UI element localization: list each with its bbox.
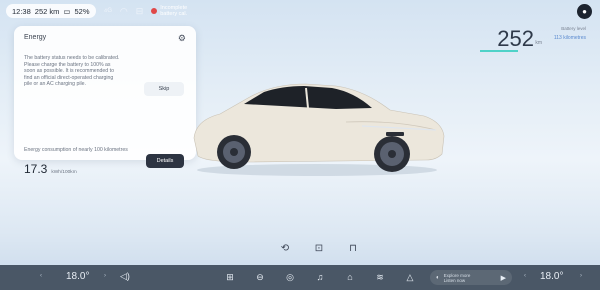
skip-button[interactable]: Skip — [144, 82, 184, 96]
charge-port-icon[interactable]: ⊡ — [310, 240, 328, 256]
battery-icon: ▭ — [63, 6, 71, 16]
consumption-label: Energy consumption of nearly 100 kilomet… — [24, 147, 128, 153]
range-readout: 252 km Battery level 113 kilometres — [466, 26, 586, 58]
rotate-icon[interactable]: ⟲ — [276, 240, 294, 256]
apps-grid-icon[interactable]: ⊞ — [222, 270, 238, 284]
media-subtitle: Listen now — [443, 277, 466, 283]
media-widget[interactable]: ◐ Explore more Listen now ▶ — [430, 270, 512, 285]
car-icon[interactable]: ⊖ — [252, 270, 268, 284]
energy-card: Energy ⚙ The battery status needs to be … — [14, 26, 196, 176]
vehicle-illustration — [193, 83, 445, 176]
alert-line2: battery cal. — [160, 11, 188, 17]
status-time: 12:38 — [12, 6, 31, 16]
temp-left-increase-icon[interactable]: › — [104, 273, 106, 279]
status-bar: 12:38 252 km ▭ 52% ⁴ᴳ ◠ ⊟ Incomplete bat… — [0, 0, 600, 22]
range-bar — [480, 50, 518, 52]
consumption-row: 17.3 kWh/100km — [24, 162, 77, 176]
temp-right-increase-icon[interactable]: › — [580, 273, 582, 279]
consumption-unit: kWh/100km — [51, 170, 77, 175]
range-value: 252 — [497, 26, 534, 51]
media-title: Explore more — [443, 272, 471, 278]
media-source-icon: ◐ — [436, 274, 440, 281]
temp-left-decrease-icon[interactable]: ‹ — [40, 273, 42, 279]
driver-temperature[interactable]: 18.0° — [66, 271, 89, 282]
music-icon[interactable]: ♫ — [312, 270, 328, 284]
camera-360-icon[interactable]: ◎ — [282, 270, 298, 284]
battery-alert[interactable]: Incomplete battery cal. — [151, 5, 187, 17]
range-side-label: Battery level — [561, 26, 586, 31]
bottom-dock: ‹ 18.0° › ◁) ⊞ ⊖ ◎ ♫ ⌂ ≋ △ ◐ Explore mor… — [0, 265, 600, 290]
home-icon[interactable]: ⌂ — [342, 270, 358, 284]
status-battery: 52% — [74, 6, 90, 16]
energy-card-title: Energy — [24, 34, 47, 41]
temp-right-decrease-icon[interactable]: ‹ — [524, 273, 526, 279]
quick-actions: ⟲ ⊡ ⊓ — [276, 240, 362, 256]
profile-avatar[interactable]: ● — [577, 4, 592, 19]
passenger-temperature[interactable]: 18.0° — [540, 271, 563, 282]
status-pill[interactable]: 12:38 252 km ▭ 52% — [6, 4, 96, 18]
range-unit: km — [535, 40, 542, 46]
calibration-message: The battery status needs to be calibrate… — [24, 55, 120, 87]
signal-icon: ⁴ᴳ — [103, 6, 112, 16]
navigation-icon[interactable]: △ — [402, 270, 418, 284]
status-range: 252 km — [34, 6, 60, 16]
volume-icon[interactable]: ◁) — [120, 271, 130, 282]
play-icon[interactable]: ▶ — [501, 274, 506, 282]
wifi-icon: ◠ — [119, 5, 128, 16]
dock-apps: ⊞ ⊖ ◎ ♫ ⌂ ≋ △ — [222, 270, 418, 284]
car-status-icon: ⊟ — [135, 5, 144, 16]
details-button[interactable]: Details — [146, 154, 184, 168]
alert-icon — [151, 8, 158, 14]
consumption-value: 17.3 — [24, 162, 48, 176]
settings-icon[interactable]: ⚙ — [178, 33, 186, 44]
lock-icon[interactable]: ⊓ — [344, 240, 362, 256]
defrost-icon[interactable]: ≋ — [372, 270, 388, 284]
range-side-value: 113 kilometres — [553, 35, 586, 41]
